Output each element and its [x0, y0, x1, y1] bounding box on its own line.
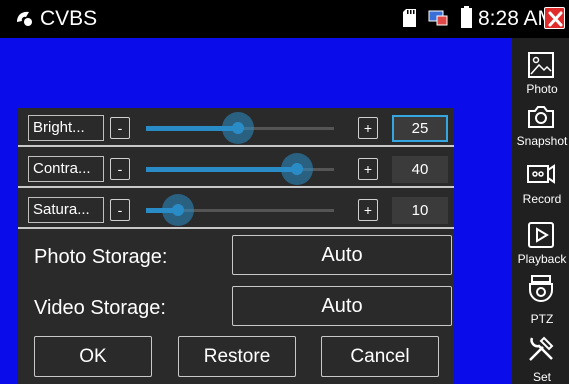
restore-button[interactable]: Restore	[178, 336, 296, 377]
brightness-label: Bright...	[28, 115, 104, 141]
saturation-value[interactable]: 10	[392, 197, 448, 224]
contrast-increase-button[interactable]: +	[358, 158, 378, 180]
set-label: Set	[532, 370, 551, 384]
ptz-icon	[529, 275, 553, 302]
saturation-increase-button[interactable]: +	[358, 199, 378, 221]
saturation-decrease-button[interactable]: -	[110, 199, 130, 221]
brightness-row: Bright... - + 25	[18, 108, 454, 147]
contrast-slider-thumb[interactable]	[281, 153, 314, 185]
contrast-row: Contra... - + 40	[18, 149, 454, 188]
close-button[interactable]	[544, 7, 565, 29]
contrast-slider-fill	[146, 167, 298, 172]
ptz-label: PTZ	[530, 312, 554, 326]
photo-label: Photo	[526, 82, 558, 96]
set-button[interactable]: Set	[512, 330, 569, 384]
brightness-decrease-button[interactable]: -	[110, 117, 130, 139]
tools-icon	[529, 336, 554, 361]
saturation-label: Satura...	[28, 197, 104, 223]
cancel-button[interactable]: Cancel	[321, 336, 439, 377]
playback-icon	[528, 222, 554, 248]
sd-card-icon	[403, 9, 416, 27]
camera-icon	[528, 106, 554, 128]
screen-transfer-icon	[428, 10, 448, 26]
saturation-row: Satura... - + 10	[18, 190, 454, 229]
app-camera-icon	[17, 11, 32, 26]
status-bar: CVBS 8:28 AM	[0, 0, 569, 38]
record-label: Record	[522, 192, 562, 206]
ptz-button[interactable]: PTZ	[512, 270, 569, 328]
video-storage-select[interactable]: Auto	[232, 286, 452, 326]
photo-storage-label: Photo Storage:	[34, 246, 168, 268]
snapshot-button[interactable]: Snapshot	[512, 98, 569, 156]
brightness-value[interactable]: 25	[392, 115, 448, 142]
image-settings-panel: Bright... - + 25 Contra... - + 40 Satura…	[18, 108, 454, 384]
saturation-slider-thumb[interactable]	[161, 194, 194, 226]
ok-button[interactable]: OK	[34, 336, 152, 377]
record-icon	[527, 164, 555, 184]
close-icon	[548, 11, 563, 27]
brightness-slider-thumb[interactable]	[221, 112, 254, 144]
contrast-label: Contra...	[28, 156, 104, 182]
right-toolbar: Photo Snapshot Record Playback PTZ Set	[512, 38, 569, 384]
brightness-increase-button[interactable]: +	[358, 117, 378, 139]
contrast-decrease-button[interactable]: -	[110, 158, 130, 180]
contrast-value[interactable]: 40	[392, 156, 448, 183]
snapshot-label: Snapshot	[516, 134, 568, 148]
video-storage-label: Video Storage:	[34, 297, 166, 319]
playback-button[interactable]: Playback	[512, 216, 569, 274]
photo-button[interactable]: Photo	[512, 46, 569, 104]
photo-storage-select[interactable]: Auto	[232, 235, 452, 275]
app-title: CVBS	[40, 7, 98, 30]
photo-icon	[528, 52, 554, 78]
playback-label: Playback	[517, 252, 567, 266]
battery-icon	[461, 6, 472, 28]
record-button[interactable]: Record	[512, 154, 569, 212]
